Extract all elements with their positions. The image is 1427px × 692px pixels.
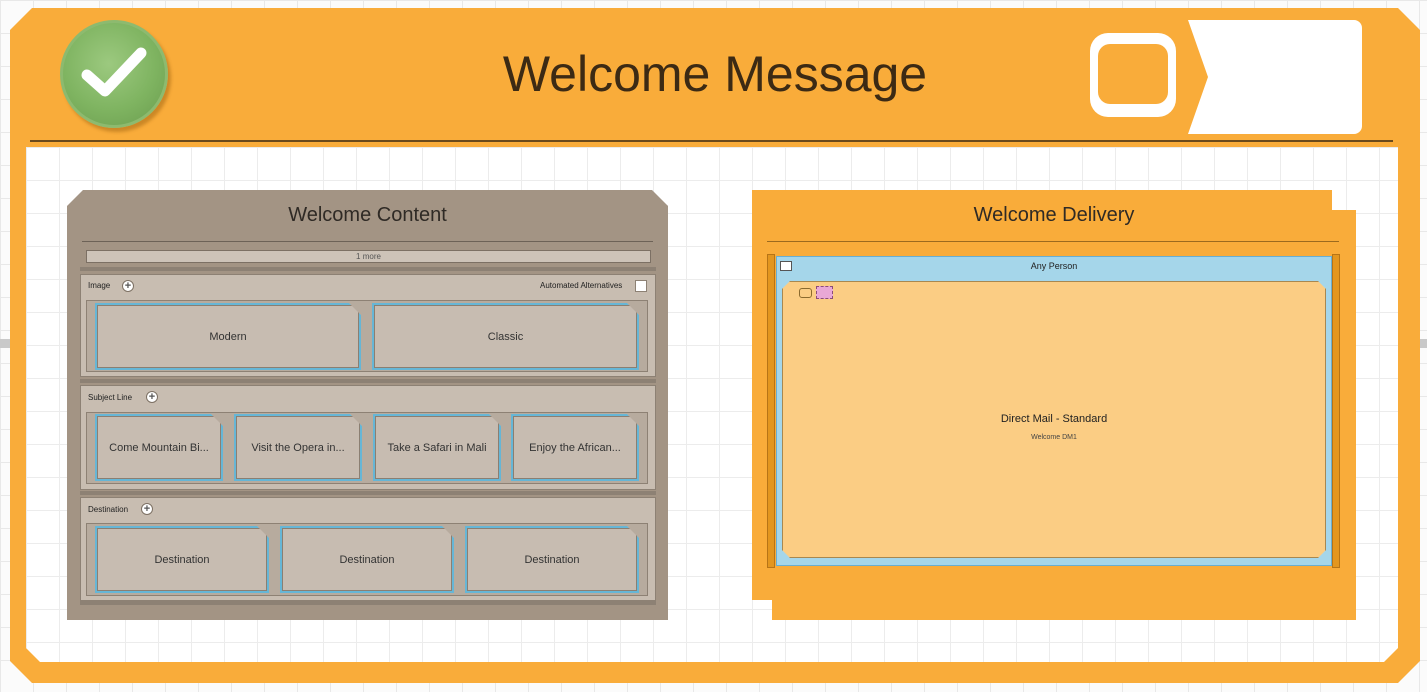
add-destination-plus-icon[interactable]: + xyxy=(141,503,153,515)
delivery-title-divider xyxy=(767,241,1339,242)
arrow-tab-icon[interactable] xyxy=(1188,20,1362,134)
subject-variant-2[interactable]: Visit the Opera in... xyxy=(234,414,362,481)
subject-variant-4[interactable]: Enjoy the African... xyxy=(511,414,639,481)
section-divider xyxy=(80,267,656,271)
delivery-rail-left xyxy=(767,254,775,568)
image-group-label: Image xyxy=(88,281,111,290)
destination-variant-1[interactable]: Destination xyxy=(95,526,269,593)
audience-label: Any Person xyxy=(1030,261,1078,271)
tag-icon[interactable] xyxy=(816,286,833,299)
subject-variant-3[interactable]: Take a Safari in Mali xyxy=(373,414,501,481)
subject-line-group-label: Subject Line xyxy=(88,393,133,402)
section-divider xyxy=(80,601,656,605)
automated-alternatives-label: Automated Alternatives xyxy=(540,281,623,290)
image-variant-classic[interactable]: Classic xyxy=(372,303,639,370)
direct-mail-title: Direct Mail - Standard xyxy=(1000,413,1108,425)
add-subject-line-plus-icon[interactable]: + xyxy=(146,391,158,403)
content-title: Welcome Content xyxy=(288,204,447,226)
delivery-rail-right xyxy=(1332,254,1340,568)
subject-variant-1[interactable]: Come Mountain Bi... xyxy=(95,414,223,481)
image-variant-modern[interactable]: Modern xyxy=(95,303,361,370)
status-check-badge[interactable] xyxy=(60,20,168,128)
header-divider xyxy=(30,140,1393,142)
section-divider xyxy=(80,379,656,383)
audience-checkbox[interactable] xyxy=(780,261,792,271)
toggle-inner xyxy=(1098,44,1168,104)
check-icon xyxy=(81,47,147,97)
stage-title: Welcome Message xyxy=(502,46,928,102)
direct-mail-subtitle: Welcome DM1 xyxy=(1031,434,1077,441)
destination-variant-2[interactable]: Destination xyxy=(280,526,454,593)
add-image-plus-icon[interactable]: + xyxy=(122,280,134,292)
card-icon[interactable] xyxy=(799,288,812,298)
destination-group-label: Destination xyxy=(88,505,129,514)
delivery-title: Welcome Delivery xyxy=(973,204,1135,226)
content-title-divider xyxy=(82,241,653,242)
more-bar[interactable]: 1 more xyxy=(86,250,651,263)
destination-variant-3[interactable]: Destination xyxy=(465,526,639,593)
automated-alternatives-checkbox[interactable] xyxy=(635,280,647,292)
section-divider xyxy=(80,491,656,495)
